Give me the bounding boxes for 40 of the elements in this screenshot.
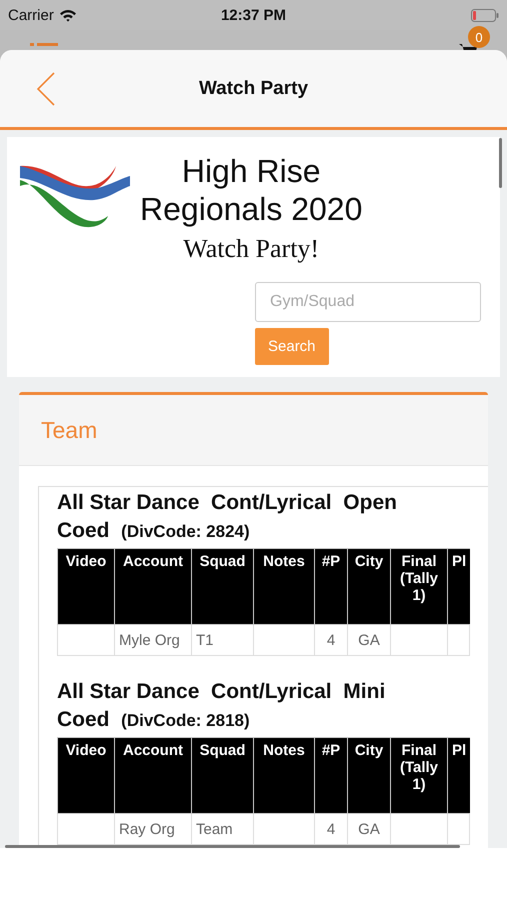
division-title: All Star Dance Cont/Lyrical Open Coed (DivCode: 2824)	[57, 490, 398, 544]
column-header: City	[348, 738, 390, 814]
table-cell: 4	[314, 624, 348, 656]
table-cell	[448, 814, 470, 844]
column-header: Video	[58, 548, 114, 624]
search-button[interactable]: Search	[255, 328, 329, 365]
screen-title: Watch Party	[198, 78, 308, 100]
clock-time: 12:37 PM	[220, 6, 286, 24]
scrollbar	[499, 138, 502, 188]
cart-badge: 0	[468, 26, 490, 48]
back-icon[interactable]	[36, 72, 56, 106]
column-header: City	[348, 548, 390, 624]
event-subtitle: Watch Party!	[183, 234, 320, 264]
column-header: #P	[314, 548, 348, 624]
column-header: Squad	[192, 548, 254, 624]
column-header: Squad	[192, 738, 254, 814]
column-header: Final (Tally 1)	[390, 738, 448, 814]
column-header: #P	[314, 738, 348, 814]
column-header: Video	[58, 738, 114, 814]
table-cell: GA	[348, 624, 390, 656]
wifi-icon	[58, 8, 77, 22]
column-header: Notes	[254, 548, 314, 624]
division-title: All Star Dance Cont/Lyrical Mini Coed (DivCode: 2818)	[57, 679, 386, 733]
table-cell	[58, 624, 114, 656]
column-header: Pl	[448, 548, 470, 624]
carrier-label: Carrier	[8, 6, 54, 24]
table-cell: T1	[192, 624, 254, 656]
battery-icon	[470, 8, 499, 22]
column-header: Account	[114, 548, 192, 624]
section-title: Team	[41, 416, 98, 444]
table-cell: Myle Org	[114, 624, 192, 656]
column-header: Final (Tally 1)	[390, 548, 448, 624]
column-header: Notes	[254, 738, 314, 814]
column-header: Account	[114, 738, 192, 814]
column-header: Pl	[448, 738, 470, 814]
table-cell	[254, 624, 314, 656]
table-cell	[390, 624, 448, 656]
event-title: High Rise Regionals 2020	[140, 152, 362, 228]
search-field[interactable]: Gym/Squad	[255, 282, 481, 322]
table-cell	[448, 624, 470, 656]
